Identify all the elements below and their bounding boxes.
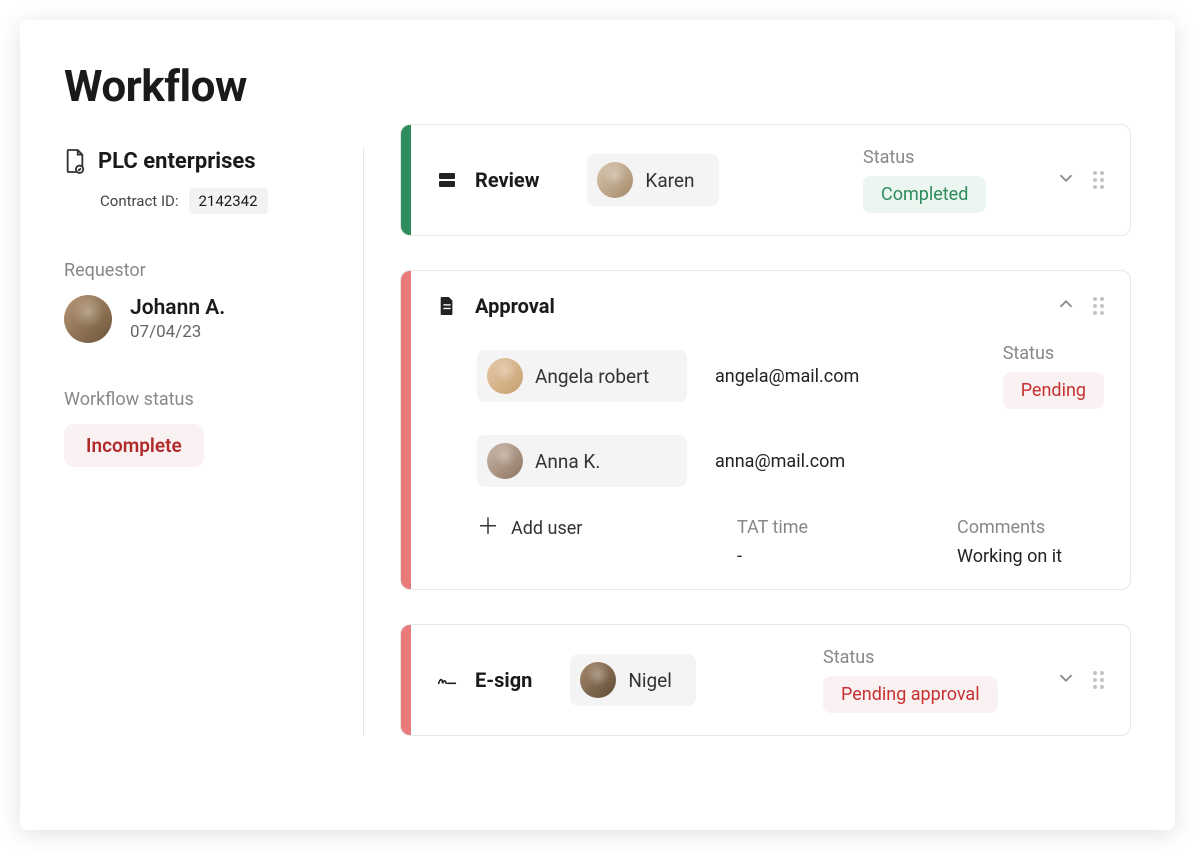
user-chip[interactable]: Angela robert (477, 350, 687, 402)
comments-label: Comments (957, 517, 1097, 538)
drag-handle-icon[interactable] (1093, 297, 1104, 315)
drag-handle-icon[interactable] (1093, 171, 1104, 189)
page-title: Workflow (64, 60, 1131, 112)
chevron-up-icon[interactable] (1055, 293, 1077, 319)
user-chip[interactable]: Anna K. (477, 435, 687, 487)
card-actions (1055, 667, 1104, 693)
card-actions (1055, 293, 1104, 319)
user-name: Nigel (628, 669, 672, 692)
tat-label: TAT time (737, 517, 877, 538)
add-user-label: Add user (511, 518, 582, 539)
requestor-name: Johann A. (130, 296, 225, 320)
user-avatar (487, 443, 523, 479)
chevron-down-icon[interactable] (1055, 167, 1077, 193)
workflow-status-label: Workflow status (64, 389, 333, 410)
requestor-section-label: Requestor (64, 260, 333, 281)
tat-value: - (737, 546, 877, 567)
card-actions (1055, 167, 1104, 193)
status-label: Status (863, 147, 1023, 168)
step-stripe (401, 625, 411, 735)
workflow-steps: Review Karen Status Completed (364, 124, 1131, 736)
drag-handle-icon[interactable] (1093, 671, 1104, 689)
add-user-button[interactable]: ＋ Add user (477, 517, 737, 539)
step-title: E-sign (475, 668, 532, 692)
user-name: Angela robert (535, 365, 649, 388)
review-icon (437, 170, 457, 190)
approval-user-row: Angela robert angela@mail.com Status Pen… (477, 343, 1104, 409)
step-title: Review (475, 168, 539, 192)
contract-document-icon (64, 148, 86, 174)
requestor-avatar (64, 295, 112, 343)
signature-icon (437, 670, 457, 690)
status-value: Completed (863, 176, 986, 213)
workflow-panel: Workflow PLC enterprises Contract ID: 21… (20, 20, 1175, 830)
status-label: Status (823, 647, 1023, 668)
approval-icon (437, 296, 457, 316)
user-avatar (597, 162, 633, 198)
layout: PLC enterprises Contract ID: 2142342 Req… (64, 148, 1131, 736)
user-chip[interactable]: Nigel (570, 654, 696, 706)
user-email: angela@mail.com (715, 366, 905, 387)
step-card-esign[interactable]: E-sign Nigel Status Pending approval (400, 624, 1131, 736)
status-column: Status Pending approval (823, 647, 1023, 713)
approval-user-row: Anna K. anna@mail.com (477, 435, 1104, 487)
user-avatar (487, 358, 523, 394)
approval-users-list: Angela robert angela@mail.com Status Pen… (477, 343, 1104, 487)
step-title: Approval (475, 294, 555, 318)
plus-icon: ＋ (477, 517, 499, 539)
sidebar: PLC enterprises Contract ID: 2142342 Req… (64, 148, 364, 736)
status-label: Status (1003, 343, 1104, 364)
comments-block: Comments Working on it (957, 517, 1097, 567)
status-value: Pending approval (823, 676, 998, 713)
approval-bottom-row: ＋ Add user TAT time - Comments Wor (437, 517, 1104, 567)
status-value: Pending (1003, 372, 1104, 409)
contract-id-row: Contract ID: 2142342 (100, 188, 333, 214)
user-avatar (580, 662, 616, 698)
step-stripe (401, 271, 411, 589)
status-column: Status Pending (1003, 343, 1104, 409)
comments-value: Working on it (957, 546, 1097, 567)
user-email: anna@mail.com (715, 451, 905, 472)
user-name: Karen (645, 169, 694, 192)
chevron-down-icon[interactable] (1055, 667, 1077, 693)
step-stripe (401, 125, 411, 235)
step-card-approval[interactable]: Approval (400, 270, 1131, 590)
company-row: PLC enterprises (64, 148, 333, 174)
status-column: Status Completed (863, 147, 1023, 213)
requestor-date: 07/04/23 (130, 322, 225, 342)
requestor-row: Johann A. 07/04/23 (64, 295, 333, 343)
step-card-review[interactable]: Review Karen Status Completed (400, 124, 1131, 236)
user-chip[interactable]: Karen (587, 154, 718, 206)
contract-id-value: 2142342 (189, 188, 268, 214)
workflow-status-badge: Incomplete (64, 424, 204, 467)
company-name: PLC enterprises (98, 149, 256, 174)
tat-block: TAT time - (737, 517, 877, 567)
user-name: Anna K. (535, 450, 600, 473)
contract-id-label: Contract ID: (100, 192, 179, 210)
